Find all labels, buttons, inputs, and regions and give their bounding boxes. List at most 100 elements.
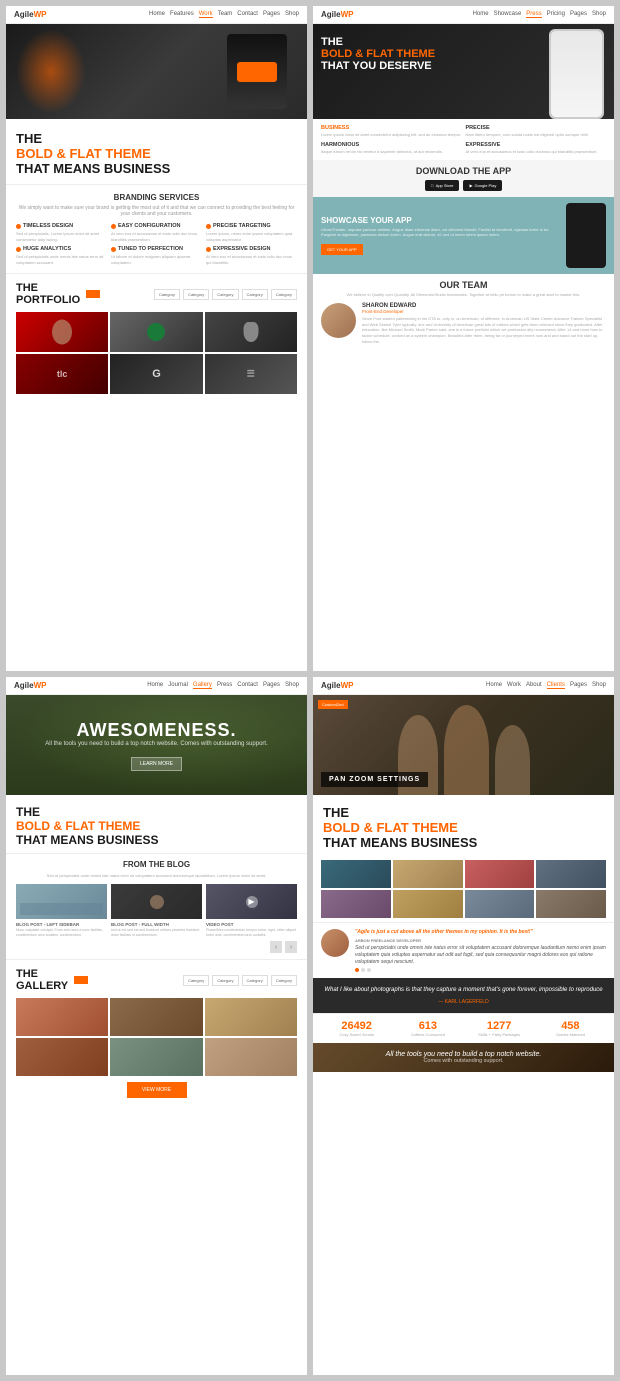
filter-all[interactable]: Category xyxy=(154,289,180,300)
nav-shop[interactable]: Shop xyxy=(285,11,299,18)
port-img-7[interactable] xyxy=(465,890,535,918)
port-img-4[interactable] xyxy=(536,860,606,888)
gallery-title-1: THE xyxy=(16,968,68,980)
headline-line3: THAT MEANS BUSINESS xyxy=(16,161,297,176)
portfolio-img-1[interactable] xyxy=(16,312,108,352)
portfolio-img-3[interactable] xyxy=(205,312,297,352)
gallery-img-3[interactable] xyxy=(205,998,297,1036)
nav-p4-clients[interactable]: Clients xyxy=(547,682,565,689)
dot-3[interactable] xyxy=(367,968,371,972)
hero-btn-p3[interactable]: LEARN MORE xyxy=(131,757,182,771)
nav-p2-pages[interactable]: Pages xyxy=(570,11,587,18)
logo-p4: AgileWP xyxy=(321,681,353,690)
nav-p2-shop[interactable]: Shop xyxy=(592,11,606,18)
stat-label-1: Cozy Sweet Scrolls xyxy=(321,1032,392,1037)
portfolio-img-6[interactable]: ☰ xyxy=(205,354,297,394)
nav-p4-pages[interactable]: Pages xyxy=(570,682,587,689)
gallery-img-6[interactable] xyxy=(205,1038,297,1076)
feature-2: EASY CONFIGURATION At vero eos et accusa… xyxy=(111,223,202,242)
hero-image-p3: AWESOMENESS. All the tools you need to b… xyxy=(6,695,307,795)
nav-p2-showcase[interactable]: Showcase xyxy=(494,11,522,18)
nav-p3-journal[interactable]: Journal xyxy=(168,682,188,689)
gallery-img-1[interactable] xyxy=(16,998,108,1036)
nav-p4-work[interactable]: Work xyxy=(507,682,521,689)
view-more-button[interactable]: VIEW MORE xyxy=(127,1082,187,1098)
blog-item-3: ▶ VIDEO POST PhasellVes condimentum temp… xyxy=(206,884,297,937)
nav-p4-shop[interactable]: Shop xyxy=(592,682,606,689)
filter-3[interactable]: Category xyxy=(242,289,268,300)
apple-store-btn[interactable]:  App Store xyxy=(425,180,460,191)
filter-1[interactable]: Category xyxy=(183,289,209,300)
headline-p3-line2: BOLD & FLAT THEME xyxy=(16,819,297,833)
stat-label-2: Coffees Consumed xyxy=(392,1032,463,1037)
gallery-filter-3[interactable]: Category xyxy=(242,975,268,986)
gallery-img-4[interactable] xyxy=(16,1038,108,1076)
hero-line2-p2: BOLD & FLAT THEME xyxy=(321,48,435,60)
app-feature-text-4: At vero eos et accusamus et iusto odio d… xyxy=(466,149,607,155)
nav-home[interactable]: Home xyxy=(149,11,165,18)
feature-dot-1 xyxy=(16,224,21,229)
blog-img-2[interactable] xyxy=(111,884,202,919)
nav-p2-pricing[interactable]: Pricing xyxy=(547,11,565,18)
nav-p4-home[interactable]: Home xyxy=(486,682,502,689)
blog-next-btn[interactable]: › xyxy=(285,941,297,953)
gallery-filter-4[interactable]: Category xyxy=(271,975,297,986)
nav-p4-about[interactable]: About xyxy=(526,682,542,689)
quote-text: What I like about photographs is that th… xyxy=(323,986,604,996)
nav-contact[interactable]: Contact xyxy=(237,11,258,18)
gallery-img-2[interactable] xyxy=(110,998,202,1036)
gallery-img-5[interactable] xyxy=(110,1038,202,1076)
face-shape xyxy=(52,320,72,345)
showcase-text: SHOWCASE YOUR APP UrbanTheater, Impulse … xyxy=(321,216,560,256)
nav-team[interactable]: Team xyxy=(218,11,233,18)
app-feature-business: BUSINESS Lorem ipsum dolor sit amet cons… xyxy=(321,125,462,138)
nav-p3-gallery[interactable]: Gallery xyxy=(193,682,212,689)
logo-p1: AgileWP xyxy=(14,10,46,19)
headline-p3-line1: THE xyxy=(16,805,297,819)
blog-img-3[interactable]: ▶ xyxy=(206,884,297,919)
nav-p3-home[interactable]: Home xyxy=(147,682,163,689)
nav-p2-press[interactable]: Press xyxy=(526,11,541,18)
portfolio-img-5[interactable]: G xyxy=(110,354,202,394)
portfolio-img-2[interactable] xyxy=(110,312,202,352)
guitar-shape xyxy=(243,322,258,342)
nav-pages[interactable]: Pages xyxy=(263,11,280,18)
nav-p3-press[interactable]: Press xyxy=(217,682,232,689)
features-grid: TIMELESS DESIGN Sed ut perspiciatis, Lor… xyxy=(16,223,297,265)
nav-p2-home[interactable]: Home xyxy=(473,11,489,18)
nav-p3-pages[interactable]: Pages xyxy=(263,682,280,689)
filter-4[interactable]: Category xyxy=(271,289,297,300)
headline-p3-line3: THAT MEANS BUSINESS xyxy=(16,833,297,847)
port-img-8[interactable] xyxy=(536,890,606,918)
testimonial-quote: "Agile is just a cut above all the other… xyxy=(355,929,606,936)
portfolio-img-4[interactable]: tlc xyxy=(16,354,108,394)
nav-p3-shop[interactable]: Shop xyxy=(285,682,299,689)
port-img-5[interactable] xyxy=(321,890,391,918)
dot-2[interactable] xyxy=(361,968,365,972)
gallery-filter-2[interactable]: Category xyxy=(212,975,238,986)
blog-prev-btn[interactable]: ‹ xyxy=(270,941,282,953)
showcase-btn[interactable]: GET YOUR APP xyxy=(321,244,363,255)
blog-img-1[interactable] xyxy=(16,884,107,919)
headline-p4-line2: BOLD & FLAT THEME xyxy=(323,820,604,835)
hero-line1-p2: THE xyxy=(321,36,435,48)
port-img-3[interactable] xyxy=(465,860,535,888)
gallery-filter-1[interactable]: Category xyxy=(183,975,209,986)
port-img-2[interactable] xyxy=(393,860,463,888)
nav-p3-contact[interactable]: Contact xyxy=(237,682,258,689)
dot-1[interactable] xyxy=(355,968,359,972)
port-img-1[interactable] xyxy=(321,860,391,888)
blog-section: FROM THE BLOG Sed ut perspiciatis unde o… xyxy=(6,853,307,959)
filter-2[interactable]: Category xyxy=(212,289,238,300)
feature-4-text: Sed ut perspiciatis unde omnis iste natu… xyxy=(16,254,107,265)
stat-2: 613 Coffees Consumed xyxy=(392,1020,463,1037)
feature-dot-4 xyxy=(16,247,21,252)
port-img-6[interactable] xyxy=(393,890,463,918)
nav-work[interactable]: Work xyxy=(199,11,213,18)
showcase-title: SHOWCASE YOUR APP xyxy=(321,216,560,225)
google-play-btn[interactable]: ▶ Google Play xyxy=(463,180,502,191)
app-feature-title-3: HARMONIOUS xyxy=(321,142,462,148)
nav-features[interactable]: Features xyxy=(170,11,194,18)
panel-bottom-left: AgileWP Home Journal Gallery Press Conta… xyxy=(6,677,307,1375)
feature-5-text: Ut labore et dolore magnam aliquam quaer… xyxy=(111,254,202,265)
